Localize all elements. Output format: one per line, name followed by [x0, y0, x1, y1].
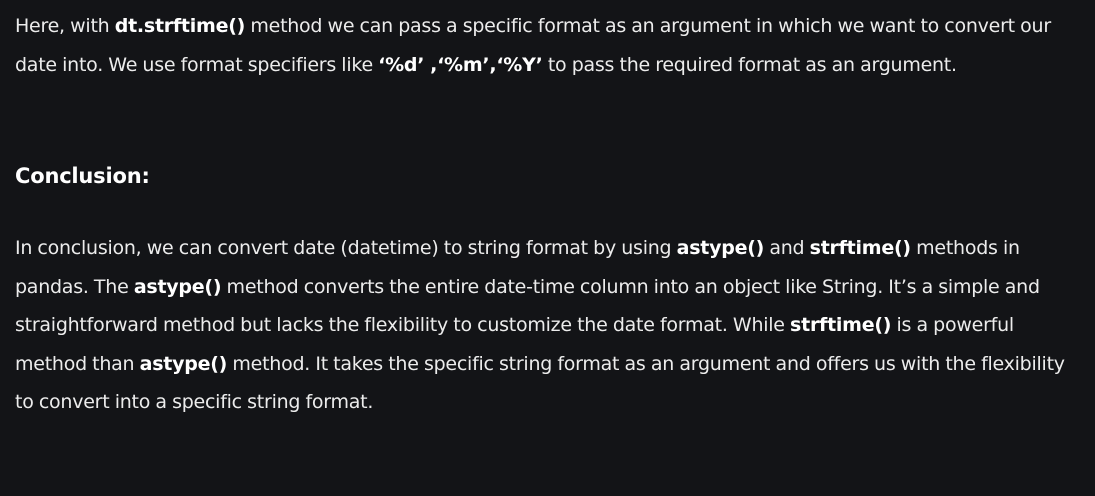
- intro-format-specifiers: ‘%d’ ,‘%m’,‘%Y’: [378, 53, 543, 76]
- intro-code-strftime: dt.strftime(): [114, 15, 246, 37]
- conclusion-code-strftime-1: strftime(): [809, 237, 911, 259]
- intro-text-1: Here, with: [15, 15, 115, 37]
- article-body: Here, with dt.strftime() method we can p…: [0, 0, 1095, 496]
- conclusion-code-strftime-2: strftime(): [790, 314, 892, 336]
- conclusion-code-astype-1: astype(): [676, 237, 765, 259]
- intro-paragraph: Here, with dt.strftime() method we can p…: [15, 7, 1075, 84]
- conclusion-paragraph: In conclusion, we can convert date (date…: [15, 229, 1075, 422]
- conclusion-code-astype-2: astype(): [133, 275, 222, 298]
- conclusion-text-2: and: [764, 237, 810, 259]
- conclusion-text-1: In conclusion, we can convert date (date…: [15, 237, 677, 259]
- intro-text-3: to pass the required format as an argume…: [542, 53, 957, 76]
- conclusion-heading: Conclusion:: [15, 164, 150, 188]
- conclusion-code-astype-3: astype(): [139, 352, 228, 375]
